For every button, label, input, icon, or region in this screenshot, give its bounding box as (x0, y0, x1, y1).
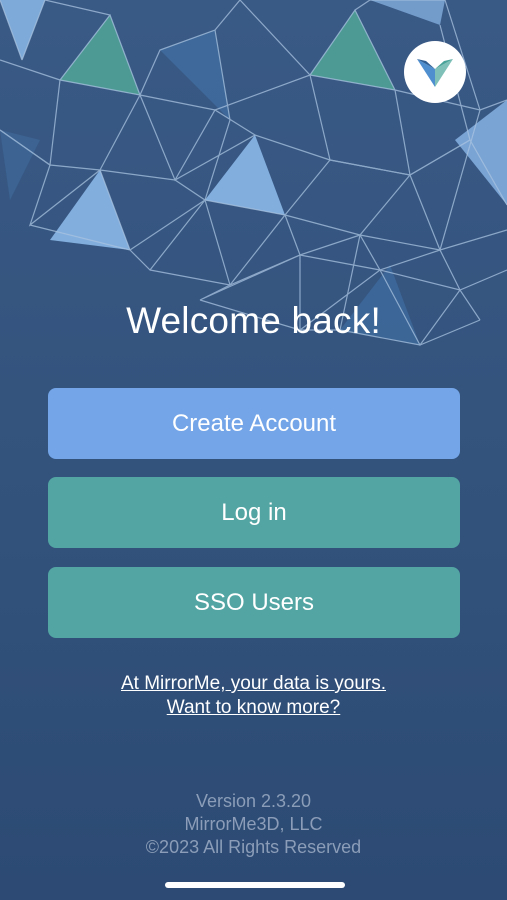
mirrorme-logo-icon (417, 59, 453, 87)
create-account-label: Create Account (171, 409, 337, 437)
login-label: Log in (221, 498, 287, 526)
create-account-button[interactable]: Create Account (48, 388, 460, 459)
footer: Version 2.3.20 MirrorMe3D, LLC ©2023 All… (0, 790, 507, 859)
copyright-text: ©2023 All Rights Reserved (145, 837, 362, 857)
mirrorme-logo-button[interactable] (404, 41, 466, 103)
version-text: Version 2.3.20 (195, 791, 312, 811)
home-indicator[interactable] (165, 882, 345, 888)
company-text: MirrorMe3D, LLC (184, 814, 323, 834)
privacy-notice: At MirrorMe, your data is yours. Want to… (0, 672, 507, 720)
welcome-title: Welcome back! (126, 300, 381, 341)
login-button[interactable]: Log in (48, 477, 460, 548)
sso-users-button[interactable]: SSO Users (48, 567, 460, 638)
learn-more-link[interactable]: Want to know more? (167, 697, 341, 718)
privacy-statement-link[interactable]: At MirrorMe, your data is yours. (121, 673, 386, 694)
sso-users-label: SSO Users (193, 588, 315, 616)
